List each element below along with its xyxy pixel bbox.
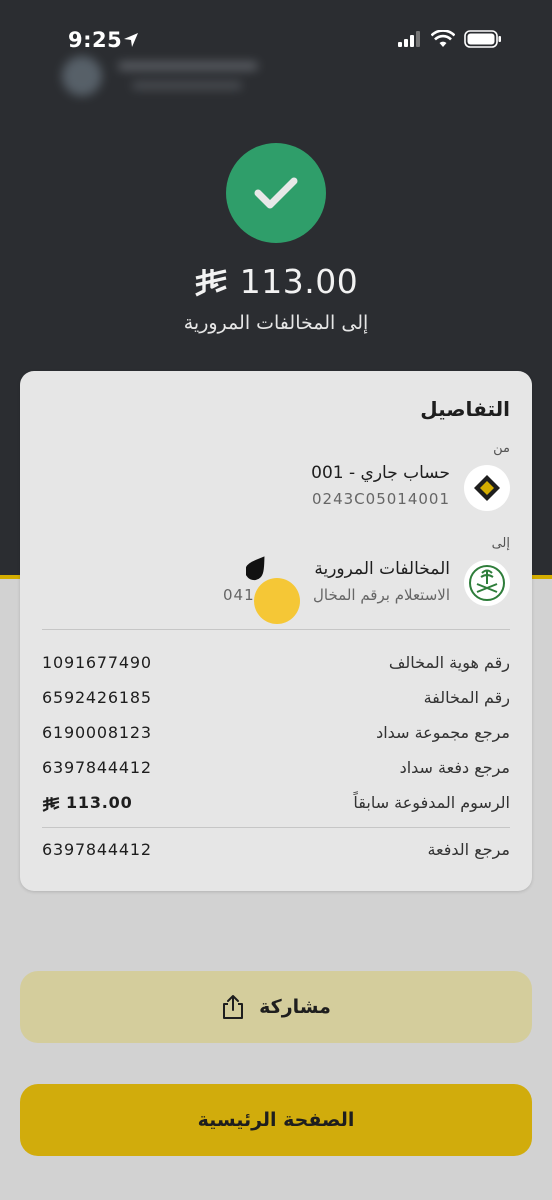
from-account-name: حساب جاري - 001 bbox=[311, 463, 450, 483]
blurred-line bbox=[118, 62, 258, 70]
detail-row: مرجع مجموعة سداد 6190008123 bbox=[42, 723, 510, 747]
from-label: من bbox=[493, 441, 510, 456]
detail-row: مرجع دفعة سداد 6397844412 bbox=[42, 758, 510, 782]
riyal-icon bbox=[195, 268, 227, 297]
status-time: 9:25 bbox=[68, 28, 123, 52]
detail-row: رقم هوية المخالف 1091677490 bbox=[42, 653, 510, 677]
home-button-label: الصفحة الرئيسية bbox=[197, 1109, 355, 1131]
amount: 113.00 bbox=[0, 262, 552, 301]
payment-reference-row: مرجع الدفعة 6397844412 bbox=[42, 840, 510, 864]
drop-icon bbox=[246, 556, 265, 581]
share-icon bbox=[223, 995, 244, 1019]
detail-row: رقم المخالفة 6592426185 bbox=[42, 688, 510, 712]
row-value: 6190008123 bbox=[42, 723, 152, 742]
cellular-signal-icon bbox=[398, 31, 420, 47]
row-label: الرسوم المدفوعة سابقاً bbox=[353, 793, 510, 812]
home-button[interactable]: الصفحة الرئيسية bbox=[20, 1084, 532, 1156]
row-value: 113.00 bbox=[66, 793, 133, 812]
blurred-line bbox=[132, 82, 242, 89]
to-label: إلى bbox=[491, 536, 510, 551]
row-label: رقم هوية المخالف bbox=[388, 653, 510, 672]
amount-value: 113.00 bbox=[239, 262, 359, 301]
status-indicators bbox=[398, 30, 502, 48]
detail-row: الرسوم المدفوعة سابقاً 113.00 bbox=[42, 793, 510, 817]
details-title: التفاصيل bbox=[420, 397, 510, 421]
to-recipient-name: المخالفات المرورية bbox=[314, 559, 450, 579]
wifi-icon bbox=[431, 30, 455, 47]
to-recipient-sub: الاستعلام برقم المخال bbox=[313, 586, 450, 604]
location-arrow-icon bbox=[124, 33, 138, 47]
from-account-number: 0243C05014001 bbox=[312, 490, 450, 508]
row-label: مرجع دفعة سداد bbox=[399, 758, 510, 777]
row-value: 1091677490 bbox=[42, 653, 152, 672]
row-value: 6592426185 bbox=[42, 688, 152, 707]
avatar bbox=[62, 56, 102, 96]
recipient-label: إلى المخالفات المرورية bbox=[183, 312, 369, 334]
battery-icon bbox=[464, 30, 501, 48]
bank-logo-icon bbox=[464, 465, 510, 511]
divider bbox=[42, 629, 510, 630]
share-button-label: مشاركة bbox=[259, 996, 331, 1018]
blurred-notification bbox=[62, 52, 272, 102]
emblem-icon bbox=[464, 560, 510, 606]
success-check-icon bbox=[226, 143, 326, 243]
row-label: مرجع مجموعة سداد bbox=[376, 723, 510, 742]
row-label: مرجع الدفعة bbox=[427, 840, 510, 859]
row-label: رقم المخالفة bbox=[423, 688, 510, 707]
riyal-icon bbox=[42, 797, 60, 812]
touch-indicator bbox=[254, 578, 300, 624]
details-card: التفاصيل من حساب جاري - 001 0243C0501400… bbox=[20, 371, 532, 891]
row-value: 6397844412 bbox=[42, 840, 152, 859]
row-value: 6397844412 bbox=[42, 758, 152, 777]
share-button[interactable]: مشاركة bbox=[20, 971, 532, 1043]
divider bbox=[42, 827, 510, 828]
to-recipient-sub-number: 041 bbox=[223, 586, 255, 604]
